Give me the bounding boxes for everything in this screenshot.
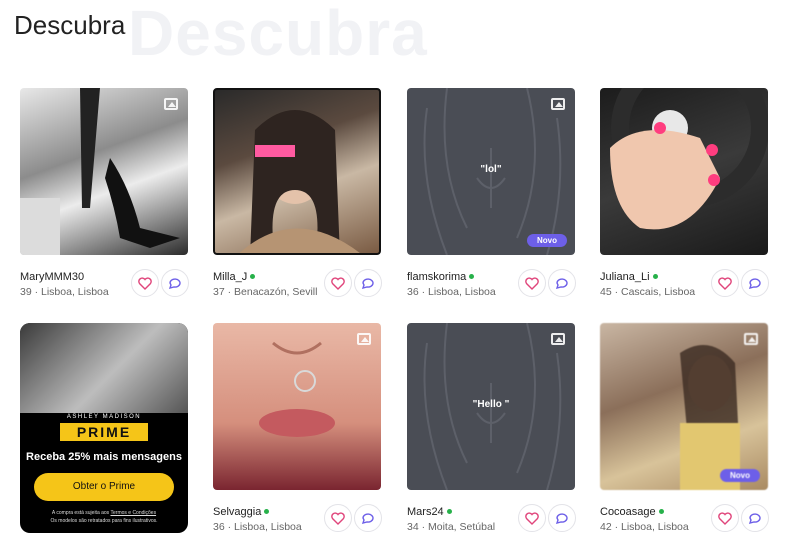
promo-fine-print: A compra está sujeita aos Termos e Condi… (50, 510, 158, 524)
like-button[interactable] (518, 504, 546, 532)
chat-bubble-icon (748, 512, 761, 524)
chat-button[interactable] (548, 269, 576, 297)
profile-meta: 39 · Lisboa, Lisboa (20, 286, 109, 298)
profile-photo[interactable]: Novo (600, 323, 768, 490)
photo-image (680, 345, 740, 490)
profile-card[interactable]: MaryMMM30 39 · Lisboa, Lisboa (20, 88, 189, 308)
profile-photo-placeholder[interactable]: "lol" Novo (407, 88, 575, 255)
chat-button[interactable] (741, 504, 769, 532)
prime-promo-card[interactable]: ASHLEY MADISON PRIME Receba 25% mais men… (20, 323, 188, 533)
like-button[interactable] (711, 269, 739, 297)
profile-name[interactable]: Cocoasage (600, 506, 664, 518)
heart-icon (138, 276, 152, 290)
profile-name[interactable]: flamskorima (407, 271, 475, 283)
photo-image (610, 88, 768, 230)
photo-image (259, 341, 335, 437)
profile-card[interactable]: Novo Cocoasage 42 · Lisboa, Lisboa (600, 323, 769, 543)
heart-icon (331, 511, 345, 525)
online-status-dot (658, 509, 664, 514)
chat-button[interactable] (354, 269, 382, 297)
gallery-icon (744, 333, 758, 345)
chat-bubble-icon (748, 277, 761, 289)
profile-name[interactable]: Milla_J (213, 271, 256, 283)
heart-icon (525, 276, 539, 290)
profile-photo[interactable] (213, 88, 381, 255)
like-button[interactable] (518, 269, 546, 297)
promo-brand: ASHLEY MADISON (66, 414, 142, 420)
online-status-dot (446, 509, 452, 514)
promo-image (20, 323, 188, 413)
like-button[interactable] (131, 269, 159, 297)
get-prime-button[interactable]: Obter o Prime (34, 473, 174, 501)
photo-image (20, 88, 180, 255)
chat-button[interactable] (161, 269, 189, 297)
online-status-dot (652, 274, 658, 279)
chat-bubble-icon (361, 277, 374, 289)
gallery-icon (551, 98, 565, 110)
silhouette-caption: "lol" (480, 164, 502, 175)
profile-name[interactable]: MaryMMM30 (20, 271, 84, 283)
profile-meta: 36 · Lisboa, Lisboa (213, 521, 302, 533)
profile-meta: 45 · Cascais, Lisboa (600, 286, 696, 298)
new-badge: Novo (527, 234, 567, 247)
profile-meta: 37 · Benacazón, Sevill (213, 286, 318, 298)
heart-icon (718, 511, 732, 525)
chat-button[interactable] (548, 504, 576, 532)
profile-photo[interactable] (600, 88, 768, 255)
chat-button[interactable] (354, 504, 382, 532)
prime-logo: PRIME (60, 423, 148, 441)
profile-name[interactable]: Selvaggia (213, 506, 270, 518)
like-button[interactable] (324, 269, 352, 297)
chat-bubble-icon (555, 277, 568, 289)
heart-icon (331, 276, 345, 290)
profile-card[interactable]: "Hello " Mars24 34 · Moita, Setúbal (407, 323, 576, 543)
heart-icon (525, 511, 539, 525)
online-status-dot (264, 509, 270, 514)
profile-meta: 34 · Moita, Setúbal (407, 521, 496, 533)
profile-card[interactable]: Juliana_Li 45 · Cascais, Lisboa (600, 88, 769, 308)
chat-bubble-icon (168, 277, 181, 289)
online-status-dot (250, 274, 256, 279)
page-header: Descubra Descubra (0, 0, 800, 70)
chat-button[interactable] (741, 269, 769, 297)
terms-link[interactable]: Termos e Condições (111, 510, 157, 516)
profile-name[interactable]: Juliana_Li (600, 271, 658, 283)
photo-image (239, 110, 360, 253)
profile-photo-placeholder[interactable]: "Hello " (407, 323, 575, 490)
new-badge: Novo (720, 469, 760, 482)
profile-card[interactable]: Milla_J 37 · Benacazón, Sevill (213, 88, 382, 308)
like-button[interactable] (324, 504, 352, 532)
profile-card[interactable]: "lol" Novo flamskorima 36 · Lisboa, Lisb… (407, 88, 576, 308)
online-status-dot (469, 274, 475, 279)
profile-photo[interactable] (213, 323, 381, 490)
profile-card[interactable]: Selvaggia 36 · Lisboa, Lisboa (213, 323, 382, 543)
profile-name[interactable]: Mars24 (407, 506, 452, 518)
chat-bubble-icon (555, 512, 568, 524)
promo-headline: Receba 25% mais mensagens (26, 451, 182, 463)
gallery-icon (164, 98, 178, 110)
gallery-icon (357, 333, 371, 345)
page-title: Descubra (14, 10, 126, 40)
profile-meta: 36 · Lisboa, Lisboa (407, 286, 496, 298)
gallery-icon (551, 333, 565, 345)
title-watermark: Descubra (128, 0, 428, 69)
silhouette-caption: "Hello " (472, 399, 510, 410)
chat-bubble-icon (361, 512, 374, 524)
like-button[interactable] (711, 504, 739, 532)
profile-meta: 42 · Lisboa, Lisboa (600, 521, 689, 533)
heart-icon (718, 276, 732, 290)
profile-photo[interactable] (20, 88, 188, 255)
